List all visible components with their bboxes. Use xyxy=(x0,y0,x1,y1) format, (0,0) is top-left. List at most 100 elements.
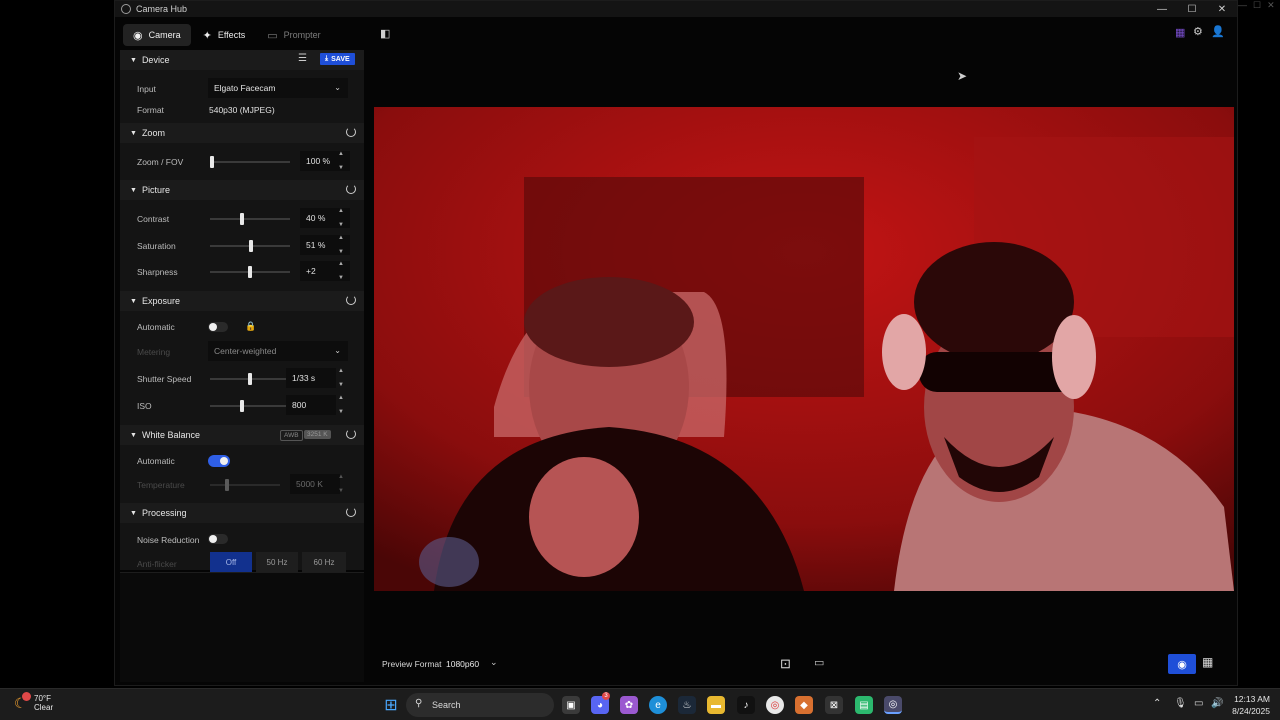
exposure-automatic-toggle[interactable] xyxy=(208,322,228,332)
volume-icon[interactable]: 🔊 xyxy=(1211,698,1223,709)
minimize-button[interactable]: — xyxy=(1147,1,1177,17)
exposure-section-header[interactable]: ▼ Exposure xyxy=(120,291,364,311)
prompter-icon: ▭ xyxy=(267,29,278,42)
display-icon[interactable]: ▭ xyxy=(1194,698,1203,709)
anti-flicker-50hz[interactable]: 50 Hz xyxy=(256,552,298,572)
contrast-stepper[interactable]: ▲ ▼ xyxy=(336,208,346,228)
noise-reduction-toggle[interactable] xyxy=(208,534,228,544)
collapse-triangle-icon: ▼ xyxy=(130,129,137,137)
tab-prompter[interactable]: ▭ Prompter xyxy=(257,24,330,46)
zoom-stepper[interactable]: ▲ ▼ xyxy=(336,151,346,171)
gear-icon[interactable]: ⚙ xyxy=(1193,25,1203,38)
steam-icon[interactable]: ♨ xyxy=(678,696,696,714)
shutter-speed-stepper[interactable]: ▲ ▼ xyxy=(336,368,346,388)
slider-knob[interactable] xyxy=(210,156,214,168)
chevron-down-icon: ⌄ xyxy=(334,346,341,355)
title-bar[interactable]: Camera Hub — ☐ ✕ xyxy=(115,1,1237,17)
camera-hub-taskbar-icon[interactable]: ◎ xyxy=(884,696,902,714)
iso-slider[interactable] xyxy=(210,400,290,412)
grid-icon[interactable]: ▦ xyxy=(1202,655,1213,669)
close-button[interactable]: ✕ xyxy=(1207,1,1237,17)
tab-camera[interactable]: ◉ Camera xyxy=(123,24,191,46)
iso-stepper[interactable]: ▲ ▼ xyxy=(336,395,346,415)
tab-effects[interactable]: ✦ Effects xyxy=(193,24,256,46)
input-value: Elgato Facecam xyxy=(214,83,276,93)
sidebar-toggle-icon[interactable]: ◧ xyxy=(380,27,390,40)
tab-prompter-label: Prompter xyxy=(283,30,321,40)
processing-section-header[interactable]: ▼ Processing xyxy=(120,503,364,523)
reset-icon[interactable] xyxy=(346,507,356,517)
collapse-triangle-icon: ▼ xyxy=(130,297,137,305)
slider-knob[interactable] xyxy=(248,266,252,278)
brave-icon[interactable]: ◆ xyxy=(795,696,813,714)
temperature-slider[interactable] xyxy=(210,479,280,491)
awb-kelvin-badge: 3251 K xyxy=(304,430,331,439)
preview-format-label: Preview Format xyxy=(382,659,442,669)
game-app-icon[interactable]: ▤ xyxy=(855,696,873,714)
zoom-slider[interactable] xyxy=(210,156,290,168)
iso-label: ISO xyxy=(137,401,152,411)
slider-knob[interactable] xyxy=(225,479,229,491)
apps-grid-icon[interactable]: ▦ xyxy=(1175,26,1185,39)
download-icon: ⤓ xyxy=(325,55,329,62)
reset-icon[interactable] xyxy=(346,184,356,194)
sharpness-stepper[interactable]: ▲ ▼ xyxy=(336,261,346,281)
tiktok-icon[interactable]: ♪ xyxy=(737,696,755,714)
file-explorer-icon[interactable]: ▬ xyxy=(707,696,725,714)
weather-widget[interactable]: 70°F Clear xyxy=(34,694,53,712)
task-view-icon[interactable]: ▣ xyxy=(562,696,580,714)
temperature-value[interactable]: 5000 K xyxy=(290,474,340,494)
camera-hub-window: Camera Hub — ☐ ✕ ◉ Camera ✦ Effects ▭ Pr… xyxy=(114,0,1238,686)
anti-flicker-off[interactable]: Off xyxy=(210,552,252,572)
anti-flicker-60hz[interactable]: 60 Hz xyxy=(302,552,346,572)
shutter-speed-value[interactable]: 1/33 s xyxy=(286,368,336,388)
noise-reduction-label: Noise Reduction xyxy=(137,535,200,545)
reset-icon[interactable] xyxy=(346,429,356,439)
copilot-icon[interactable]: ✿ xyxy=(620,696,638,714)
slider-knob[interactable] xyxy=(249,240,253,252)
picture-section-header[interactable]: ▼ Picture xyxy=(120,180,364,200)
taskbar: ☾ 70°F Clear ⊞ ⚲ Search ▣ ◕ 3 ✿ e ♨ ▬ ♪ … xyxy=(0,688,1280,720)
camera-preview[interactable] xyxy=(374,107,1234,591)
preview-format-value[interactable]: 1080p60 xyxy=(446,659,479,669)
input-select[interactable]: Elgato Facecam ⌄ xyxy=(208,78,348,98)
saturation-slider[interactable] xyxy=(210,240,290,252)
windows-start-icon[interactable]: ⊞ xyxy=(382,696,400,714)
save-button[interactable]: ⤓ SAVE xyxy=(320,53,355,65)
screenshot-icon[interactable]: ⊡ xyxy=(780,656,791,672)
collapse-triangle-icon: ▼ xyxy=(130,186,137,194)
maximize-button[interactable]: ☐ xyxy=(1177,1,1207,17)
reset-icon[interactable] xyxy=(346,295,356,305)
window-title: Camera Hub xyxy=(136,4,188,14)
edge-icon[interactable]: e xyxy=(649,696,667,714)
input-label: Input xyxy=(137,84,156,94)
system-clock[interactable]: 12:13 AM 8/24/2025 xyxy=(1232,693,1270,717)
saturation-stepper[interactable]: ▲ ▼ xyxy=(336,235,346,255)
elgato-app-icon[interactable]: ⊠ xyxy=(825,696,843,714)
lock-icon[interactable]: 🔒 xyxy=(245,321,256,332)
contrast-slider[interactable] xyxy=(210,213,290,225)
zoom-section-header[interactable]: ▼ Zoom xyxy=(120,123,364,143)
slider-knob[interactable] xyxy=(240,213,244,225)
wb-automatic-toggle[interactable] xyxy=(208,455,230,467)
user-icon[interactable]: 👤 xyxy=(1211,25,1225,38)
shutter-speed-slider[interactable] xyxy=(210,373,290,385)
taskbar-search[interactable]: ⚲ Search xyxy=(406,693,554,717)
white-balance-section-header[interactable]: ▼ White Balance AWB 3251 K xyxy=(120,425,364,445)
chrome-icon[interactable]: ◎ xyxy=(766,696,784,714)
sliders-icon[interactable]: ☰ xyxy=(298,53,307,64)
metering-select[interactable]: Center-weighted ⌄ xyxy=(208,341,348,361)
sharpness-slider[interactable] xyxy=(210,266,290,278)
chevron-down-icon[interactable]: ⌄ xyxy=(490,657,498,668)
chevron-up-icon[interactable]: ⌃ xyxy=(1153,698,1161,709)
temperature-label: Temperature xyxy=(137,480,185,490)
iso-value[interactable]: 800 xyxy=(286,395,336,415)
slider-knob[interactable] xyxy=(240,400,244,412)
microphone-icon[interactable]: 🎙 xyxy=(1174,698,1187,709)
slider-knob[interactable] xyxy=(248,373,252,385)
folder-icon[interactable]: ▭ xyxy=(814,656,824,669)
eye-icon[interactable]: ◉ xyxy=(1168,654,1196,674)
reset-icon[interactable] xyxy=(346,127,356,137)
contrast-label: Contrast xyxy=(137,214,170,224)
temperature-stepper[interactable]: ▲ ▼ xyxy=(336,474,346,494)
